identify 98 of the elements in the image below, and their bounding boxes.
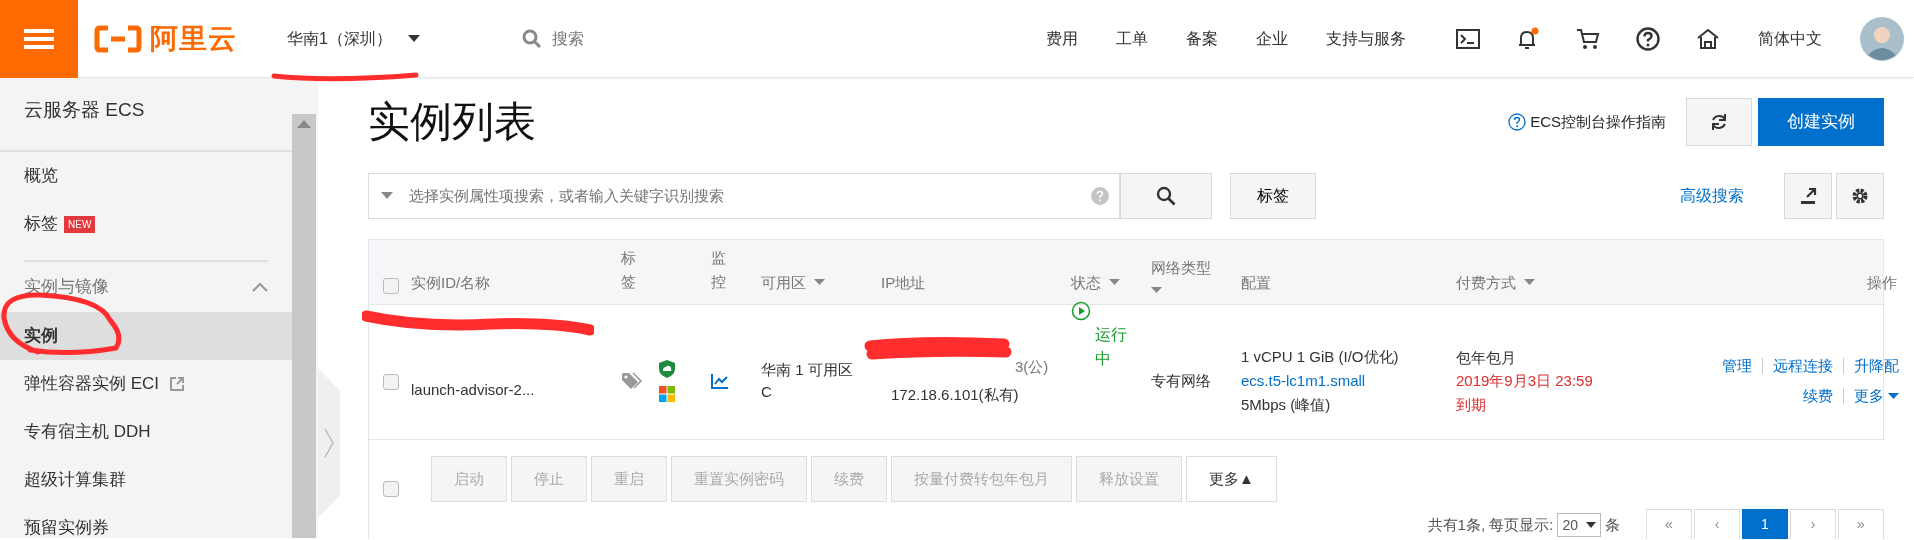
tag-icon[interactable] (621, 372, 643, 390)
nav-link[interactable]: 企业 (1256, 26, 1288, 51)
help-icon (1091, 187, 1109, 205)
page-size-select[interactable]: 20 (1557, 513, 1601, 537)
zone-text: 华南 1 可用区 C (761, 359, 854, 402)
expiry-text: 2019年9月3日 23:59 到期 (1456, 371, 1594, 415)
help-link[interactable]: ECS控制台操作指南 (1508, 110, 1666, 134)
search-bar[interactable]: 选择实例属性项搜索，或者输入关键字识别搜索 (368, 173, 1120, 219)
nav-link[interactable]: 备案 (1186, 26, 1218, 51)
language-link[interactable]: 简体中文 (1758, 26, 1822, 51)
settings-button[interactable] (1836, 173, 1884, 219)
caret-icon (407, 34, 420, 43)
action-link[interactable]: 管理 (1722, 354, 1752, 377)
page-title: 实例列表 (368, 96, 536, 147)
page-button[interactable]: » (1838, 509, 1884, 539)
caret-icon (1586, 521, 1596, 529)
help-icon (1508, 113, 1527, 131)
page-button[interactable]: ‹ (1694, 509, 1740, 539)
running-status-icon (1071, 301, 1091, 321)
action-link[interactable]: 更多 (1854, 385, 1899, 408)
bell-icon[interactable] (1516, 26, 1540, 51)
status-text: 运行中 (1095, 325, 1128, 369)
chevron-icon (252, 282, 268, 292)
column-header: 实例ID/名称 (411, 272, 491, 293)
checkbox[interactable] (383, 374, 399, 390)
column-header[interactable]: 网络类型 (1151, 256, 1221, 294)
menu-button[interactable] (0, 0, 78, 78)
sidebar-item[interactable]: 超级计算集群 (0, 456, 292, 504)
column-header[interactable]: 付费方式 (1456, 271, 1535, 294)
nav-link[interactable]: 费用 (1046, 26, 1078, 51)
nav-link[interactable]: 支持与服务 (1326, 26, 1406, 51)
export-button[interactable] (1784, 173, 1832, 219)
sidebar-item[interactable]: 标签 NEW (0, 200, 292, 248)
new-badge: NEW (64, 215, 96, 233)
action-link[interactable]: 升降配 (1854, 354, 1899, 377)
checkbox[interactable] (383, 278, 399, 294)
cart-icon[interactable] (1576, 27, 1600, 50)
logo-icon (94, 24, 142, 53)
column-header: IP地址 (881, 272, 926, 293)
search-button[interactable] (1120, 173, 1212, 219)
advanced-search-link[interactable]: 高级搜索 (1680, 184, 1744, 208)
instance-name: launch-advisor-2... (411, 379, 535, 400)
home-icon[interactable] (1696, 27, 1720, 50)
region-selector[interactable]: 华南1（深圳） (275, 20, 432, 57)
page-button[interactable]: « (1646, 509, 1692, 539)
scrollbar[interactable] (292, 114, 316, 538)
logo-text: 阿里云 (150, 21, 237, 56)
page-button[interactable]: 1 (1742, 509, 1788, 539)
tag-filter-button[interactable]: 标签 (1230, 173, 1316, 219)
network-type-text: 专有网络 (1151, 370, 1211, 391)
column-header: 标签 (621, 248, 636, 292)
checkbox[interactable] (383, 481, 399, 497)
sidebar-item[interactable]: 专有宿主机 DDH (0, 408, 292, 456)
refresh-button[interactable] (1686, 98, 1752, 146)
dropdown-caret-icon (381, 192, 393, 200)
sidebar-item[interactable]: 弹性容器实例 ECI (0, 360, 292, 408)
bulk-action-button[interactable]: 更多▲ (1186, 456, 1277, 502)
monitoring-chart-icon[interactable] (711, 373, 729, 389)
menu-icon (24, 27, 54, 50)
chevron-right-icon (324, 428, 334, 458)
search-field[interactable]: 选择实例属性项搜索，或者输入关键字识别搜索 (407, 183, 1091, 209)
help-icon[interactable] (1636, 26, 1660, 51)
page-button[interactable]: › (1790, 509, 1836, 539)
search-icon[interactable] (521, 28, 542, 49)
column-header[interactable]: 状态 (1071, 271, 1120, 294)
public-ip-text: 3(公) (1014, 356, 1049, 377)
terminal-icon[interactable] (1456, 28, 1480, 49)
export-icon (1799, 187, 1817, 205)
pagination-summary: 共有1条, 每页显示: (1427, 514, 1554, 535)
instance-type-link[interactable]: ecs.t5-lc1m1.small (1241, 369, 1366, 393)
column-header[interactable]: 可用区 (761, 271, 825, 294)
action-link[interactable]: 续费 (1803, 385, 1833, 408)
caret-icon (1888, 392, 1899, 400)
external-link-icon (169, 376, 186, 392)
search-icon (1156, 186, 1176, 206)
column-header: 监控 (711, 248, 726, 292)
sidebar-item[interactable]: 概览 (0, 152, 292, 200)
nav-link[interactable]: 工单 (1116, 26, 1148, 51)
page-size-unit: 条 (1605, 514, 1620, 535)
create-instance-button[interactable]: 创建实例 (1758, 98, 1884, 146)
billing-method-text: 包年包月 (1456, 348, 1516, 369)
config-spec-text: 1 vCPU 1 GiB (I/O优化) (1241, 347, 1399, 367)
windows-icon (659, 386, 675, 402)
sort-caret-icon (1524, 279, 1535, 287)
sidebar-item[interactable]: 预留实例券 (0, 504, 292, 540)
column-header: 操作 (1867, 272, 1897, 293)
refresh-icon (1710, 113, 1728, 131)
private-ip-text: 172.18.6.101(私有) (891, 385, 1019, 405)
security-shield-icon (659, 360, 675, 378)
settings-icon (1851, 187, 1869, 205)
bandwidth-text: 5Mbps (峰值) (1241, 395, 1331, 415)
sidebar-item[interactable]: 实例 (0, 312, 292, 360)
column-header: 配置 (1241, 272, 1271, 293)
sort-caret-icon (814, 279, 825, 287)
sort-caret-icon (1151, 287, 1162, 294)
avatar[interactable] (1860, 16, 1904, 61)
sort-caret-icon (1109, 279, 1120, 287)
action-link[interactable]: 远程连接 (1773, 354, 1833, 377)
